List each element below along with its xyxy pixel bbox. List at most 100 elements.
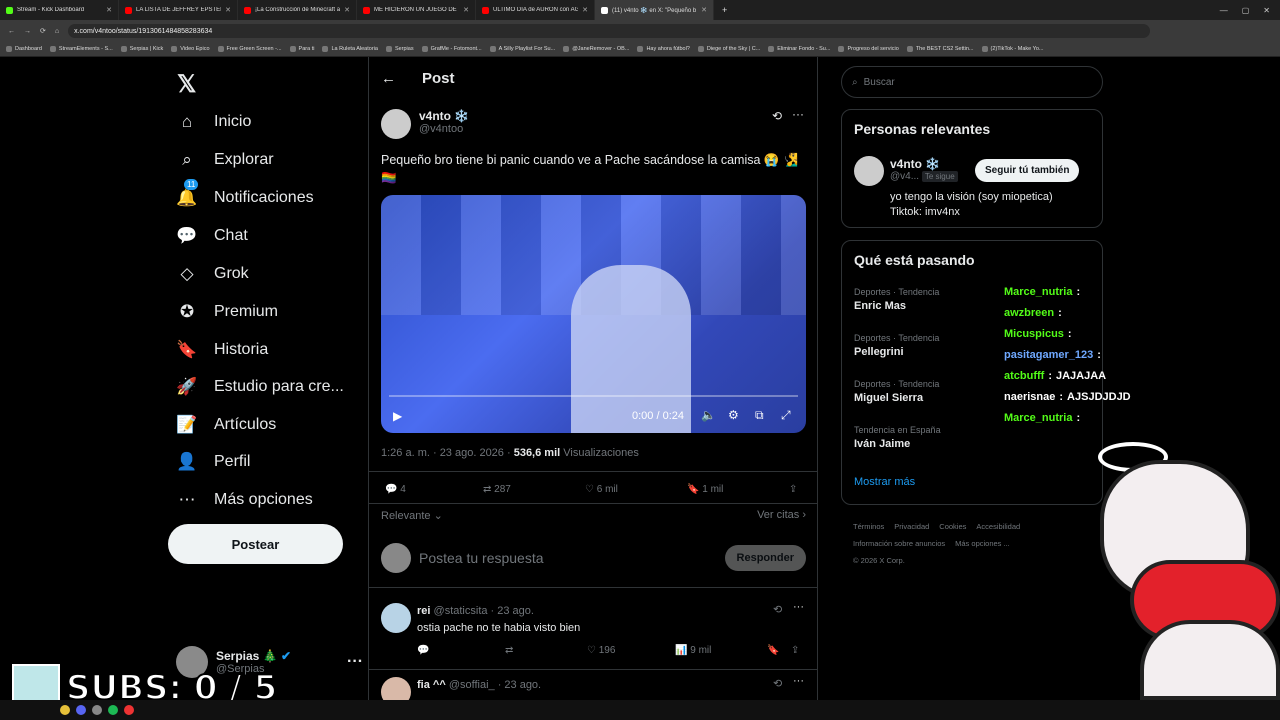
maximize-button[interactable]: ▢: [1242, 6, 1250, 15]
home-icon[interactable]: ⌂: [55, 28, 59, 35]
bookmark-item[interactable]: A Silly Playlist For Su...: [489, 46, 555, 52]
reply-repost-icon[interactable]: ⇄: [505, 645, 587, 656]
bookmark-item[interactable]: Hay ahora fútbol?: [637, 46, 690, 52]
nav-item-bookmark[interactable]: 🔖 Historia: [176, 338, 268, 362]
nav-item-articles[interactable]: 📝 Artículos: [176, 413, 276, 437]
reply-grok-icon[interactable]: ⟲: [773, 677, 782, 690]
forward-icon[interactable]: →: [24, 28, 31, 35]
footer-link[interactable]: Privacidad: [894, 522, 929, 531]
taskbar-chrome-icon[interactable]: [60, 705, 70, 715]
trend-item[interactable]: Deportes · Tendencia Enric Mas: [854, 287, 939, 312]
browser-tab[interactable]: ME HICIERON UN JUEGO DE ¡ ✕: [357, 0, 476, 20]
minimize-button[interactable]: —: [1220, 6, 1228, 15]
bookmark-item[interactable]: Diege of the Sky | C...: [697, 46, 760, 52]
tab-close-icon[interactable]: ✕: [225, 6, 231, 14]
back-arrow-icon[interactable]: ←: [381, 70, 396, 87]
post-timestamp[interactable]: 1:26 a. m. · 23 ago. 2026 ·: [381, 447, 514, 459]
bookmark-item[interactable]: @JaneRemover - OB...: [563, 46, 629, 52]
nav-item-home[interactable]: ⌂ Inicio: [176, 110, 252, 134]
respond-button[interactable]: Responder: [724, 545, 806, 571]
author-name[interactable]: v4nto ❄️: [419, 109, 469, 123]
share-icon[interactable]: ⇪: [789, 484, 797, 495]
post-button[interactable]: Postear: [168, 524, 343, 564]
bookmark-action[interactable]: 🔖 1 mil: [687, 484, 789, 495]
reply-views[interactable]: 📊 9 mil: [675, 645, 767, 656]
post-video[interactable]: ▶ 0:00 / 0:24 🔈 ⚙ ⧉ ⤢: [381, 195, 806, 433]
taskbar-spotify-icon[interactable]: [108, 705, 118, 715]
bookmark-item[interactable]: (2)TikTok - Make Yo...: [981, 46, 1043, 52]
follow-back-button[interactable]: Seguir tú también: [975, 159, 1080, 182]
x-logo-icon[interactable]: 𝕏: [177, 70, 196, 99]
browser-tab[interactable]: LA LISTA DE JEFFREY EPSTEIN Y ✕: [119, 0, 238, 20]
reply-name[interactable]: rei: [417, 605, 430, 617]
trend-item[interactable]: Deportes · Tendencia Pellegrini: [854, 333, 939, 358]
reply-more-icon[interactable]: ···: [793, 675, 804, 687]
bookmark-item[interactable]: Serpias: [385, 46, 414, 52]
bookmark-item[interactable]: Eliminar Fondo - Su...: [768, 46, 830, 52]
nav-item-explore[interactable]: ⌕ Explorar: [176, 148, 273, 172]
nav-item-more-circle[interactable]: ⋯ Más opciones: [176, 488, 313, 512]
tab-close-icon[interactable]: ✕: [701, 6, 707, 14]
nav-item-rocket[interactable]: 🚀 Estudio para cre...: [176, 375, 343, 399]
reply-share-icon[interactable]: ⇪: [791, 645, 799, 656]
pip-icon[interactable]: ⧉: [755, 408, 764, 423]
reply-more-icon[interactable]: ···: [793, 601, 804, 613]
bookmark-item[interactable]: Video Epico: [171, 46, 210, 52]
close-window-button[interactable]: ✕: [1263, 6, 1270, 15]
reload-icon[interactable]: ⟳: [40, 27, 46, 35]
reply-input[interactable]: Postea tu respuesta: [419, 550, 544, 566]
reply-item[interactable]: rei @staticsita · 23 ago. ostia pache no…: [381, 601, 806, 668]
like-action[interactable]: ♡ 6 mil: [585, 484, 687, 495]
volume-icon[interactable]: 🔈: [701, 408, 716, 422]
browser-tab[interactable]: (11) v4nto ❄️ en X: "Pequeño b ✕: [595, 0, 714, 20]
bookmark-item[interactable]: Dashboard: [6, 46, 42, 52]
trend-item[interactable]: Deportes · Tendencia Miguel Sierra: [854, 379, 939, 404]
footer-link[interactable]: Cookies: [939, 522, 966, 531]
reply-bookmark-icon[interactable]: 🔖: [767, 645, 791, 656]
bookmark-item[interactable]: Para ti: [289, 46, 314, 52]
tab-close-icon[interactable]: ✕: [344, 6, 350, 14]
nav-item-profile[interactable]: 👤 Perfil: [176, 450, 250, 474]
browser-tab[interactable]: ULTIMO DIA de AURON con AG ✕: [476, 0, 595, 20]
taskbar-app-icon[interactable]: [124, 705, 134, 715]
taskbar-app-icon[interactable]: [76, 705, 86, 715]
reply-grok-icon[interactable]: ⟲: [773, 603, 782, 616]
nav-item-grok[interactable]: ◇ Grok: [176, 262, 248, 286]
bookmark-item[interactable]: Free Green Screen -...: [217, 46, 282, 52]
relevant-avatar[interactable]: [854, 156, 884, 186]
nav-item-premium[interactable]: ✪ Premium: [176, 300, 278, 324]
reply-like-action[interactable]: ♡ 196: [587, 645, 675, 656]
new-tab-button[interactable]: +: [714, 5, 735, 15]
author-avatar[interactable]: [381, 109, 411, 139]
bookmark-item[interactable]: Serpias | Kick: [120, 46, 163, 52]
reply-reply-icon[interactable]: 💬: [417, 645, 505, 656]
tab-close-icon[interactable]: ✕: [582, 6, 588, 14]
bookmark-item[interactable]: Progreso del servicio: [838, 46, 899, 52]
repost-action[interactable]: ⇄ 287: [483, 484, 585, 495]
reply-action[interactable]: 💬 4: [385, 484, 483, 495]
browser-tab[interactable]: ¡La Construcción de Minecraft a ✕: [238, 0, 357, 20]
footer-link[interactable]: Accesibilidad: [976, 522, 1020, 531]
tab-close-icon[interactable]: ✕: [463, 6, 469, 14]
footer-link[interactable]: Información sobre anuncios: [853, 539, 945, 548]
relevant-name[interactable]: v4nto ❄️: [890, 157, 958, 171]
tab-close-icon[interactable]: ✕: [106, 6, 112, 14]
back-icon[interactable]: ←: [8, 28, 15, 35]
fullscreen-icon[interactable]: ⤢: [781, 408, 791, 423]
search-input[interactable]: ⌕ Buscar: [841, 66, 1103, 98]
bookmark-item[interactable]: GrafMe - Fotomont...: [421, 46, 482, 52]
video-progress-bar[interactable]: [389, 395, 798, 397]
more-icon[interactable]: ···: [347, 653, 363, 671]
grok-icon[interactable]: ⟲: [772, 109, 782, 123]
reply-avatar[interactable]: [381, 603, 411, 633]
quotes-link[interactable]: Ver citas ›: [757, 509, 806, 522]
show-more-link[interactable]: Mostrar más: [854, 476, 915, 488]
bookmark-item[interactable]: La Ruleta Aleatoria: [322, 46, 378, 52]
footer-link[interactable]: Más opciones ...: [955, 539, 1010, 548]
url-field[interactable]: x.com/v4ntoo/status/1913061484858283634: [68, 24, 1150, 38]
bookmark-item[interactable]: StreamElements - S...: [49, 46, 113, 52]
nav-item-chat[interactable]: 💬 Chat: [176, 224, 247, 248]
browser-tab[interactable]: Stream - Kick Dashboard ✕: [0, 0, 119, 20]
settings-icon[interactable]: ⚙: [728, 408, 739, 422]
footer-link[interactable]: Términos: [853, 522, 884, 531]
